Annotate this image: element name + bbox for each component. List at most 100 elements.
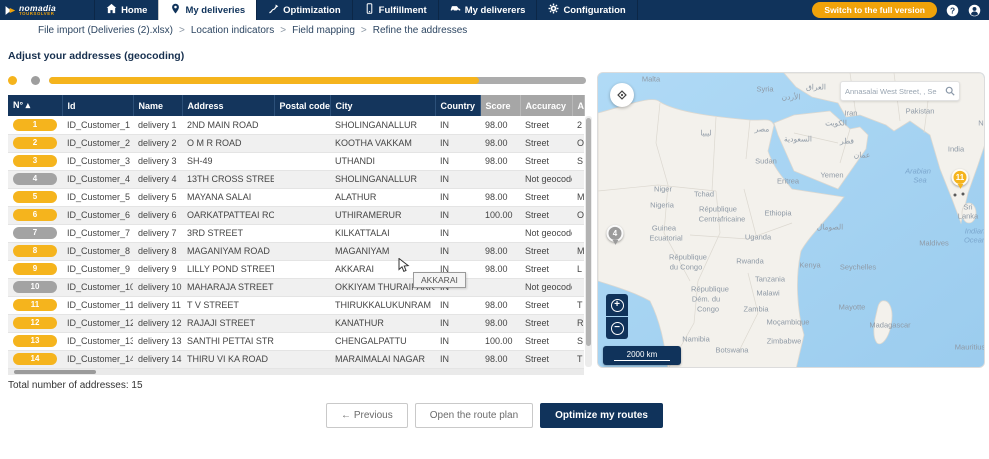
open-route-plan-button[interactable]: Open the route plan (414, 403, 534, 428)
table-row[interactable]: 10 ID_Customer_10 delivery 10 MAHARAJA STRE… (8, 278, 584, 297)
column-header-postal-code[interactable]: Postal code (274, 95, 331, 116)
tab-fulfillment[interactable]: Fulfillment (351, 0, 438, 20)
cell-score: 98.00 (480, 296, 520, 315)
breadcrumb-item[interactable]: Refine the addresses (373, 25, 468, 36)
tab-home[interactable]: Home (94, 0, 158, 20)
cell-address: THIRU VI KA ROAD (182, 350, 274, 369)
map-locate-button[interactable] (610, 83, 634, 107)
map[interactable]: Malta Syria العراق الأردن Iran Pakistan الكويت… (597, 72, 985, 368)
cell-address: OARKATPATTEAI ROAD (182, 206, 274, 225)
nav-tabs: Home My deliveries Optimization Fulfillment… (94, 0, 638, 20)
previous-button[interactable]: ← Previous (326, 403, 408, 428)
table-horizontal-scrollbar[interactable] (8, 369, 584, 375)
tab-my-deliverers[interactable]: My deliverers (437, 0, 537, 20)
cell-postal (274, 152, 330, 171)
cell-accuracy: Street (520, 116, 572, 135)
column-header-score[interactable]: Score (480, 95, 521, 116)
column-header-accuracy[interactable]: Accuracy (520, 95, 573, 116)
column-header-n-[interactable]: N° ▴ (8, 95, 63, 116)
addresses-table: N° ▴ Id Name Address Postal code City Country S… (8, 95, 585, 369)
geocoded-legend-dot (8, 76, 17, 85)
cell-postal (274, 314, 330, 333)
address-dot-marker[interactable] (961, 192, 965, 196)
cell-city: THIRUKKALUKUNRAM (330, 296, 435, 315)
column-header-city[interactable]: City (330, 95, 436, 116)
not-geocoded-legend-dot (31, 76, 40, 85)
tab-label: Fulfillment (378, 4, 427, 16)
table-row[interactable]: 6 ID_Customer_6delivery 6OARKATPATTEAI RO… (8, 206, 584, 225)
cell-id: ID_Customer_7 (62, 224, 133, 243)
cell-score: 98.00 (480, 314, 520, 333)
help-icon[interactable]: ? (946, 4, 959, 17)
cluster-marker[interactable]: 11 (951, 168, 969, 186)
cell-extra: L (572, 260, 584, 279)
table-row[interactable]: 2 ID_Customer_2 delivery 2O M R ROAD KOOTHA… (8, 134, 584, 153)
cell-name: delivery 5 (133, 188, 182, 207)
cell-name: delivery 9 (133, 260, 182, 279)
cell-name: delivery 10 (133, 278, 182, 297)
table-row[interactable]: 12 ID_Customer_12 delivery 12 RAJAJI STREET… (8, 314, 584, 333)
tab-optimization[interactable]: Optimization (256, 0, 352, 20)
tab-label: Optimization (283, 4, 341, 16)
cell-accuracy: Street (520, 260, 572, 279)
cell-extra: S (572, 332, 584, 351)
optimization-icon (268, 3, 279, 17)
table-row[interactable]: 11 ID_Customer_11 delivery 11 T V STREET THI… (8, 296, 584, 315)
table-row[interactable]: 4 ID_Customer_4 delivery 4 13TH CROSS STREE… (8, 170, 584, 189)
address-dot-marker[interactable] (953, 193, 957, 197)
row-number-badge: 13 (13, 335, 57, 347)
breadcrumb-item[interactable]: Field mapping (292, 25, 355, 36)
total-addresses-label: Total number of addresses: 15 (8, 380, 143, 391)
cell-postal (274, 134, 330, 153)
cell-score: 98.00 (480, 116, 520, 135)
geocoding-progress (8, 76, 586, 85)
cell-postal (274, 332, 330, 351)
cell-score (480, 224, 520, 243)
breadcrumb-item[interactable]: Location indicators (191, 25, 274, 36)
column-header-id[interactable]: Id (62, 95, 134, 116)
map-search-input[interactable] (845, 86, 945, 96)
tab-configuration[interactable]: Configuration (536, 0, 638, 20)
tab-label: My deliverers (464, 4, 526, 16)
app-logo[interactable]: nomadia TOURSOLVER (0, 0, 66, 20)
cluster-marker[interactable]: 4 (606, 224, 624, 242)
cell-extra (572, 170, 584, 189)
table-row[interactable]: 14 ID_Customer_14 delivery 14 THIRU VI KA R… (8, 350, 584, 369)
table-row[interactable]: 9 ID_Customer_9 delivery 9 LILLY POND STREE… (8, 260, 584, 279)
cell-address: LILLY POND STREET (182, 260, 274, 279)
column-header-country[interactable]: Country (435, 95, 481, 116)
breadcrumb-item[interactable]: File import (Deliveries (2).xlsx) (38, 25, 173, 36)
cell-country: IN (435, 296, 480, 315)
column-header-name[interactable]: Name (133, 95, 183, 116)
map-zoom-in-button[interactable]: + (606, 294, 628, 316)
cell-score: 98.00 (480, 350, 520, 369)
table-vertical-scrollbar[interactable] (585, 116, 592, 367)
cell-address: 13TH CROSS STREET (182, 170, 274, 189)
account-icon[interactable] (968, 4, 981, 17)
cell-score (480, 170, 520, 189)
column-header-address[interactable]: Address (182, 95, 275, 116)
table-row[interactable]: 13 ID_Customer_13 delivery 13 SANTHI PETTAI… (8, 332, 584, 351)
cell-name: delivery 3 (133, 152, 182, 171)
cell-city: SHOLINGANALLUR (330, 116, 435, 135)
cell-postal (274, 170, 330, 189)
cell-postal (274, 116, 330, 135)
footer-actions: ← Previous Open the route plan Optimize … (0, 403, 989, 428)
cell-city: UTHIRAMERUR (330, 206, 435, 225)
cell-address: 3RD STREET (182, 224, 274, 243)
mouse-cursor (398, 258, 410, 273)
table-row[interactable]: 5 ID_Customer_5 delivery 5 MAYANA SALAI ALAT… (8, 188, 584, 207)
tab-my-deliveries[interactable]: My deliveries (158, 0, 257, 20)
table-row[interactable]: 3 ID_Customer_3 delivery 3 SH-49 UTHANDI IN 98… (8, 152, 584, 171)
switch-full-version-button[interactable]: Switch to the full version (812, 2, 937, 18)
table-row[interactable]: 7 ID_Customer_7 delivery 7 3RD STREET KILKAT… (8, 224, 584, 243)
column-header-ad[interactable]: Ad (572, 95, 585, 116)
table-row[interactable]: 8 ID_Customer_8 delivery 8 MAGANIYAM ROAD MA… (8, 242, 584, 261)
cell-score (480, 278, 520, 297)
table-row[interactable]: 1 ID_Customer_1 delivery 1 2ND MAIN ROAD SHO… (8, 116, 584, 135)
breadcrumb-separator: > (179, 25, 185, 36)
optimize-routes-button[interactable]: Optimize my routes (540, 403, 663, 428)
map-zoom-out-button[interactable]: − (606, 317, 628, 339)
cell-score: 98.00 (480, 188, 520, 207)
cell-accuracy: Street (520, 314, 572, 333)
